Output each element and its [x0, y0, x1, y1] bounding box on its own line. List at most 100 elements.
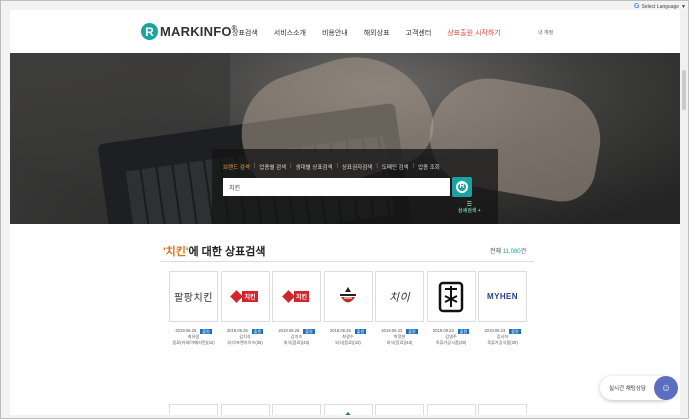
result-meta: 2019.09.26 출원 최광수 외식(음료)(43): [324, 328, 373, 346]
result-card[interactable]: 2019.09.26 출원 최광수 외식(음료)(43): [323, 271, 373, 346]
divider: [160, 261, 534, 262]
status-badge: 출원: [406, 328, 418, 334]
trademark-image: [426, 404, 476, 415]
tab-separator: |: [412, 163, 415, 169]
result-card[interactable]: ♣: [323, 404, 373, 415]
trademark-image: 팔팡치킨: [169, 271, 218, 322]
account-link[interactable]: 내 계정: [538, 29, 553, 36]
scrollbar-thumb[interactable]: [682, 70, 686, 110]
status-badge: 출원: [303, 328, 315, 334]
search-logo-icon: R: [456, 181, 468, 193]
result-meta: 2019.09.26 출원 김치숙 외식/프랜차이즈(35): [221, 328, 270, 346]
result-card[interactable]: MYHEN 2019.09.23 출원 김시하 육류가공식품(29): [478, 271, 527, 346]
tab-separator: |: [336, 163, 338, 169]
result-list: 팔팡치킨 2019.09.26 출원 최유림 음료(커피/아메리칸)(42) 치킨…: [169, 271, 530, 346]
trademark-text: 치킨: [242, 291, 258, 302]
nav-item-trademark-search[interactable]: 상표검색: [232, 28, 258, 38]
result-card[interactable]: 치킨 2019.09.26 출원 김치숙 외식/프랜차이즈(35): [220, 271, 270, 346]
logo[interactable]: R MARKINFO®: [141, 23, 237, 40]
language-label: Select Language: [641, 3, 680, 10]
chat-bot-icon[interactable]: ☺: [654, 376, 678, 400]
result-meta: 2019.09.23 출원 김영주 육류가공식품(29): [427, 328, 476, 346]
advanced-search-link[interactable]: ☰ 상세검색 +: [458, 202, 481, 214]
diamond-logo-icon: [282, 290, 295, 303]
search-input[interactable]: [223, 178, 450, 196]
result-card[interactable]: 치킨 2019.09.26 출원 김치숙 외식(음료)(43): [272, 271, 321, 346]
logo-text: MARKINFO®: [160, 24, 237, 39]
results-title: '치킨'에 대한 상표검색: [163, 243, 265, 259]
search-panel: 브랜드 검색 | 업종별 검색 | 생대별 상표검색 | 상표권자검색 | 도메인 검색…: [212, 149, 498, 224]
trademark-image: [375, 404, 424, 415]
site-header: R MARKINFO® 상표검색 서비스소개 비용안내 해외상표 고객센터 상표…: [10, 10, 680, 53]
hero-banner: 브랜드 검색 | 업종별 검색 | 생대별 상표검색 | 상표권자검색 | 도메인 검색…: [10, 53, 680, 224]
nav-item-start-filing[interactable]: 상표출원 시작하기: [447, 28, 500, 38]
result-meta: 2019.09.26 출원 김치숙 외식(음료)(43): [272, 328, 321, 346]
chevron-down-icon: ▼: [681, 3, 686, 10]
category: 육류가공식품(29): [487, 340, 518, 345]
tab-brand-search[interactable]: 브랜드 검색: [223, 163, 250, 171]
result-card[interactable]: [220, 404, 270, 415]
page: R MARKINFO® 상표검색 서비스소개 비용안내 해외상표 고객센터 상표…: [10, 10, 680, 415]
search-tabs: 브랜드 검색 | 업종별 검색 | 생대별 상표검색 | 상표권자검색 | 도메인 검색…: [223, 163, 444, 171]
category: 외식/프랜차이즈(35): [227, 340, 263, 345]
tab-owner-search[interactable]: 상표권자검색: [342, 163, 372, 171]
main-nav: 상표검색 서비스소개 비용안내 해외상표 고객센터 상표출원 시작하기: [232, 28, 517, 38]
result-card[interactable]: [375, 404, 424, 415]
tab-image-search[interactable]: 생대별 상표검색: [296, 163, 333, 171]
result-card[interactable]: 치이 2019.09.23 출원 박정현 외식(음료)(43): [375, 271, 424, 346]
diamond-logo-icon: [230, 290, 244, 303]
trademark-image: 치킨: [220, 271, 270, 322]
result-card[interactable]: [426, 404, 476, 415]
trademark-text: 치이: [388, 290, 411, 304]
result-card[interactable]: [272, 404, 321, 415]
nav-item-support[interactable]: 고객센터: [406, 28, 432, 38]
nav-item-overseas[interactable]: 해외상표: [364, 28, 390, 38]
count-suffix: 건: [520, 249, 527, 255]
category: 육류가공식품(29): [435, 340, 467, 345]
scrollbar[interactable]: [680, 10, 688, 415]
calligraphy-logo-icon: [438, 281, 464, 312]
logo-mark: R: [141, 23, 158, 40]
nav-item-service-intro[interactable]: 서비스소개: [274, 28, 306, 38]
sprout-icon: ♣: [345, 410, 351, 415]
result-card[interactable]: [478, 404, 527, 415]
trademark-image: [323, 271, 373, 322]
trademark-image: [426, 271, 476, 322]
trademark-image: [478, 404, 527, 415]
category: 외식(음료)(43): [386, 340, 413, 345]
trademark-image: 치킨: [272, 271, 321, 322]
trademark-image: MYHEN: [478, 271, 527, 322]
live-chat-label: 실시간 채팅상담: [609, 386, 646, 392]
nav-item-pricing[interactable]: 비용안내: [322, 28, 348, 38]
logo-text-label: MARKINFO: [160, 24, 232, 39]
status-badge: 출원: [509, 328, 521, 334]
search-button[interactable]: R: [452, 177, 472, 197]
results-title-suffix: 에 대한 상표검색: [188, 246, 266, 258]
trademark-image: ♣: [323, 404, 373, 415]
result-meta: 2019.09.23 출원 김시하 육류가공식품(29): [478, 328, 527, 346]
trademark-image: [272, 404, 321, 415]
result-list-next-row: ♣: [169, 404, 530, 415]
status-badge: 출원: [251, 328, 264, 334]
tab-separator: |: [376, 163, 378, 169]
trademark-text: 치킨: [293, 291, 310, 302]
result-card[interactable]: [169, 404, 218, 415]
status-badge: 출원: [200, 328, 212, 334]
results-keyword: '치킨': [163, 246, 189, 258]
result-card[interactable]: 2019.09.23 출원 김영주 육류가공식품(29): [426, 271, 476, 346]
count-prefix: 전체: [490, 249, 502, 255]
tab-separator: |: [253, 163, 256, 169]
result-card[interactable]: 팔팡치킨 2019.09.26 출원 최유림 음료(커피/아메리칸)(42): [169, 271, 218, 346]
chicken-bowl-logo-icon: [340, 286, 356, 302]
tab-industry-lookup[interactable]: 업종 조회: [418, 163, 440, 171]
trademark-image: [220, 404, 270, 415]
trademark-text: 팔팡치킨: [174, 293, 213, 304]
trademark-text: MYHEN: [487, 292, 518, 301]
tab-industry-search[interactable]: 업종별 검색: [259, 163, 286, 171]
language-selector[interactable]: G Select Language ▼: [634, 3, 686, 10]
category: 외식(음료)(43): [283, 340, 310, 345]
result-meta: 2019.09.26 출원 최유림 음료(커피/아메리칸)(42): [169, 328, 218, 346]
trademark-image: 치이: [375, 271, 424, 322]
result-meta: 2019.09.23 출원 박정현 외식(음료)(43): [375, 328, 424, 346]
tab-domain-search[interactable]: 도메인 검색: [382, 163, 409, 171]
